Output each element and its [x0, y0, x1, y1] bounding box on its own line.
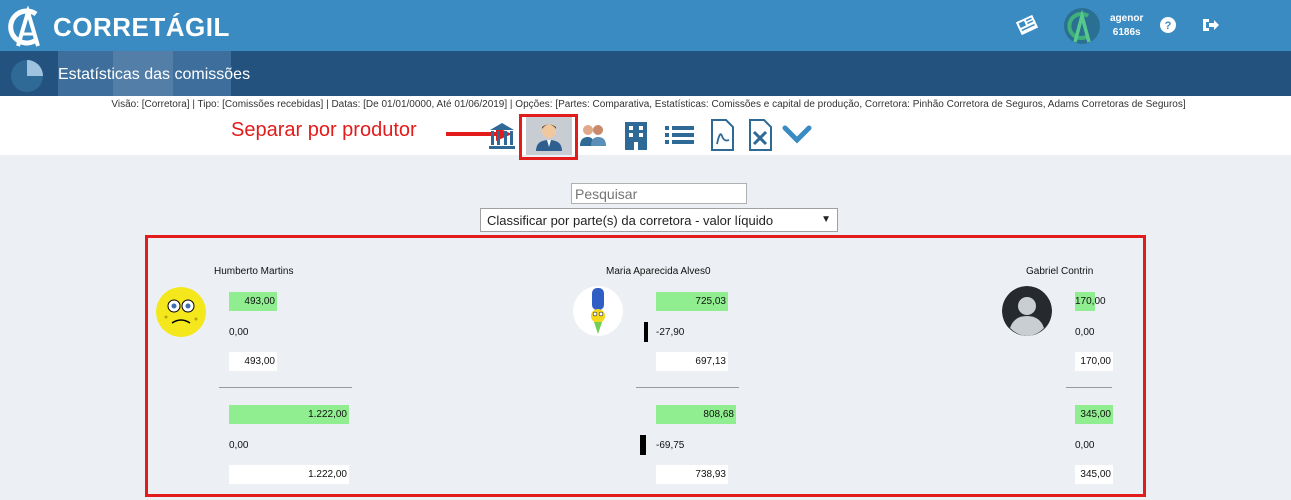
- negative-bar: [644, 322, 648, 342]
- producer-avatar: [156, 287, 206, 337]
- sort-select[interactable]: Classificar por parte(s) da corretora - …: [480, 208, 838, 232]
- value-cell: 493,00: [229, 352, 277, 371]
- producer-avatar: [573, 286, 623, 336]
- value-cell: 0,00: [229, 327, 249, 338]
- brand-name: CORRETÁGIL: [53, 12, 230, 42]
- producer-name: Gabriel Contrin: [1026, 266, 1094, 277]
- value-cell: 1.222,00: [229, 465, 349, 484]
- value-cell: 1.222,00: [229, 405, 349, 424]
- page-title: Estatísticas das comissões: [58, 66, 251, 83]
- group-icon[interactable]: [578, 118, 608, 152]
- svg-text:?: ?: [1165, 20, 1172, 32]
- value-cell: 0,00: [229, 440, 249, 451]
- value-cell: 170,00: [1075, 352, 1113, 371]
- user-info[interactable]: agenor 6186s: [1110, 12, 1143, 40]
- pie-chart-icon: [11, 60, 43, 92]
- excel-icon[interactable]: [745, 118, 775, 152]
- user-code: 6186s: [1112, 27, 1141, 38]
- value-cell: 697,13: [656, 352, 728, 371]
- producer-name: Humberto Martins: [214, 266, 294, 277]
- bank-icon[interactable]: [486, 118, 518, 152]
- value-cell: 738,93: [656, 465, 728, 484]
- separator: [219, 387, 352, 388]
- chevron-down-icon[interactable]: [781, 118, 813, 152]
- logo-icon[interactable]: [6, 6, 46, 48]
- list-icon[interactable]: [663, 118, 697, 152]
- value-cell: 725,03: [656, 292, 728, 311]
- value-cell: 345,00: [1075, 465, 1113, 484]
- user-name: agenor: [1110, 13, 1144, 24]
- separator: [1066, 387, 1112, 388]
- building-icon[interactable]: [621, 118, 651, 152]
- annotation-label: Separar por produtor: [231, 119, 417, 141]
- value-cell: 0,00: [1075, 440, 1095, 451]
- separator: [636, 387, 739, 388]
- user-avatar[interactable]: [1064, 8, 1100, 44]
- value-cell: -27,90: [656, 327, 685, 338]
- negative-bar: [640, 435, 646, 455]
- help-icon[interactable]: ?: [1157, 14, 1179, 36]
- value-cell: 345,00: [1075, 405, 1113, 424]
- filters-summary: Visão: [Corretora] | Tipo: [Comissões re…: [111, 99, 1186, 110]
- top-bar: CORRETÁGIL agenor 6186s ?: [0, 0, 1291, 51]
- title-bar: Estatísticas das comissões: [0, 51, 1291, 96]
- value-cell: 0,00: [1075, 327, 1095, 338]
- producer-icon[interactable]: [526, 117, 572, 155]
- chevron-down-icon: ▼: [821, 214, 831, 225]
- search-input[interactable]: [571, 183, 747, 204]
- value-cell: 808,68: [656, 405, 736, 424]
- newspaper-icon[interactable]: [1015, 13, 1039, 37]
- value-cell: -69,75: [656, 440, 685, 451]
- pdf-icon[interactable]: [707, 118, 737, 152]
- value-cell: 170,00: [1075, 292, 1106, 311]
- value-cell: 493,00: [229, 292, 277, 311]
- sort-selected: Classificar por parte(s) da corretora - …: [487, 213, 774, 228]
- producer-avatar: [1002, 286, 1052, 336]
- logout-icon[interactable]: [1200, 14, 1222, 36]
- producer-name: Maria Aparecida Alves0: [606, 266, 711, 277]
